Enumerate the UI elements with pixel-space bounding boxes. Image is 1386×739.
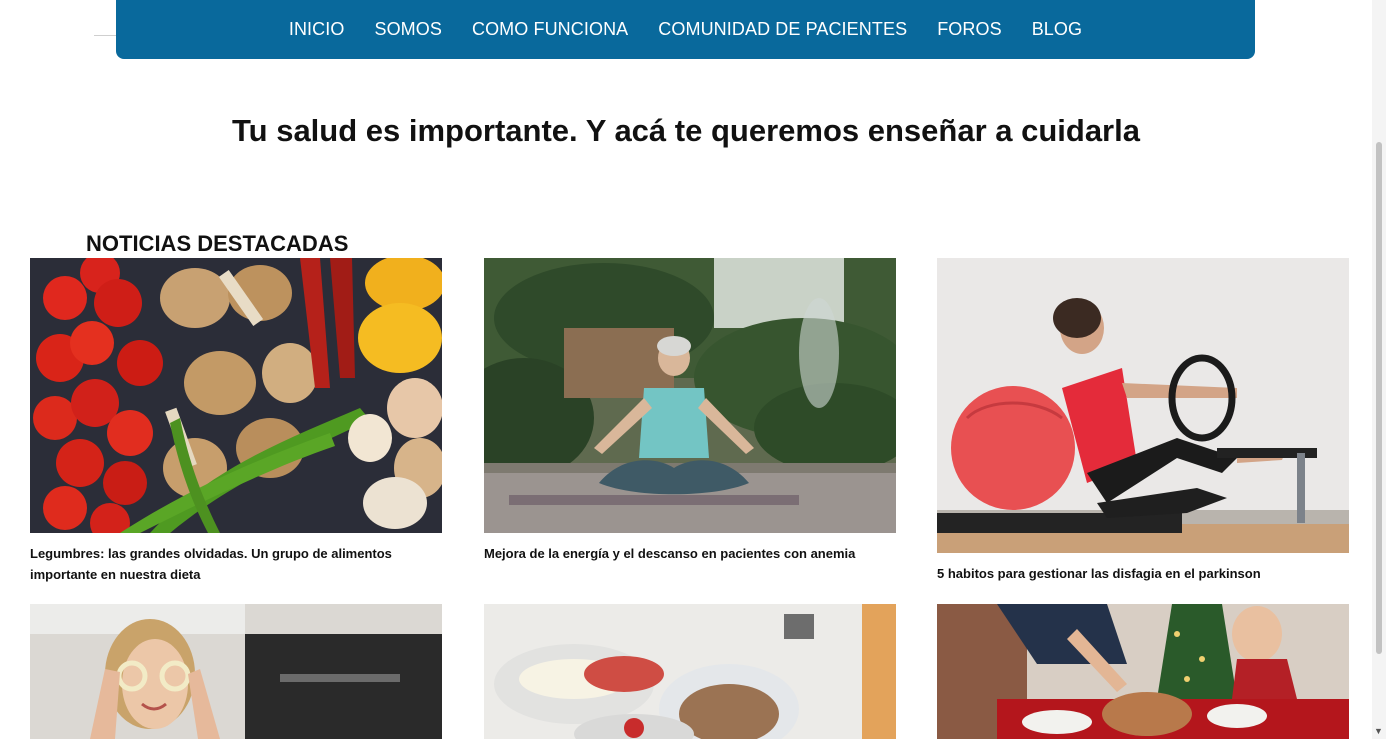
article-title[interactable]: Legumbres: las grandes olvidadas. Un gru… (30, 543, 442, 585)
nav-item-foros[interactable]: FOROS (922, 0, 1017, 59)
christmas-dinner-photo[interactable] (937, 604, 1349, 739)
scrollbar-thumb[interactable] (1376, 142, 1382, 654)
pilates-photo[interactable] (937, 258, 1349, 553)
article-card[interactable] (484, 604, 896, 739)
nav-item-inicio[interactable]: INICIO (274, 0, 360, 59)
vegetables-photo[interactable] (30, 258, 442, 533)
meditation-photo[interactable] (484, 258, 896, 533)
nav-menu: INICIO SOMOS COMO FUNCIONA COMUNIDAD DE … (274, 0, 1097, 59)
article-title[interactable]: 5 habitos para gestionar las disfagia en… (937, 563, 1349, 584)
scroll-down-icon[interactable]: ▼ (1374, 726, 1383, 736)
nav-item-comunidad[interactable]: COMUNIDAD DE PACIENTES (643, 0, 922, 59)
nav-item-somos[interactable]: SOMOS (359, 0, 457, 59)
nav-item-blog[interactable]: BLOG (1017, 0, 1097, 59)
hero-title: Tu salud es importante. Y acá te queremo… (232, 113, 1140, 148)
nav-item-como-funciona[interactable]: COMO FUNCIONA (457, 0, 643, 59)
article-card[interactable] (937, 604, 1349, 739)
breakfast-table-photo[interactable] (484, 604, 896, 739)
main-navbar: INICIO SOMOS COMO FUNCIONA COMUNIDAD DE … (116, 0, 1255, 59)
article-card[interactable]: Mejora de la energía y el descanso en pa… (484, 258, 896, 564)
article-card[interactable]: Legumbres: las grandes olvidadas. Un gru… (30, 258, 442, 585)
article-card[interactable] (30, 604, 442, 739)
woman-onion-rings-photo[interactable] (30, 604, 442, 739)
article-card[interactable]: 5 habitos para gestionar las disfagia en… (937, 258, 1349, 584)
section-title: NOTICIAS DESTACADAS (86, 231, 349, 256)
vertical-scrollbar[interactable]: ▼ (1372, 0, 1386, 739)
article-title[interactable]: Mejora de la energía y el descanso en pa… (484, 543, 896, 564)
